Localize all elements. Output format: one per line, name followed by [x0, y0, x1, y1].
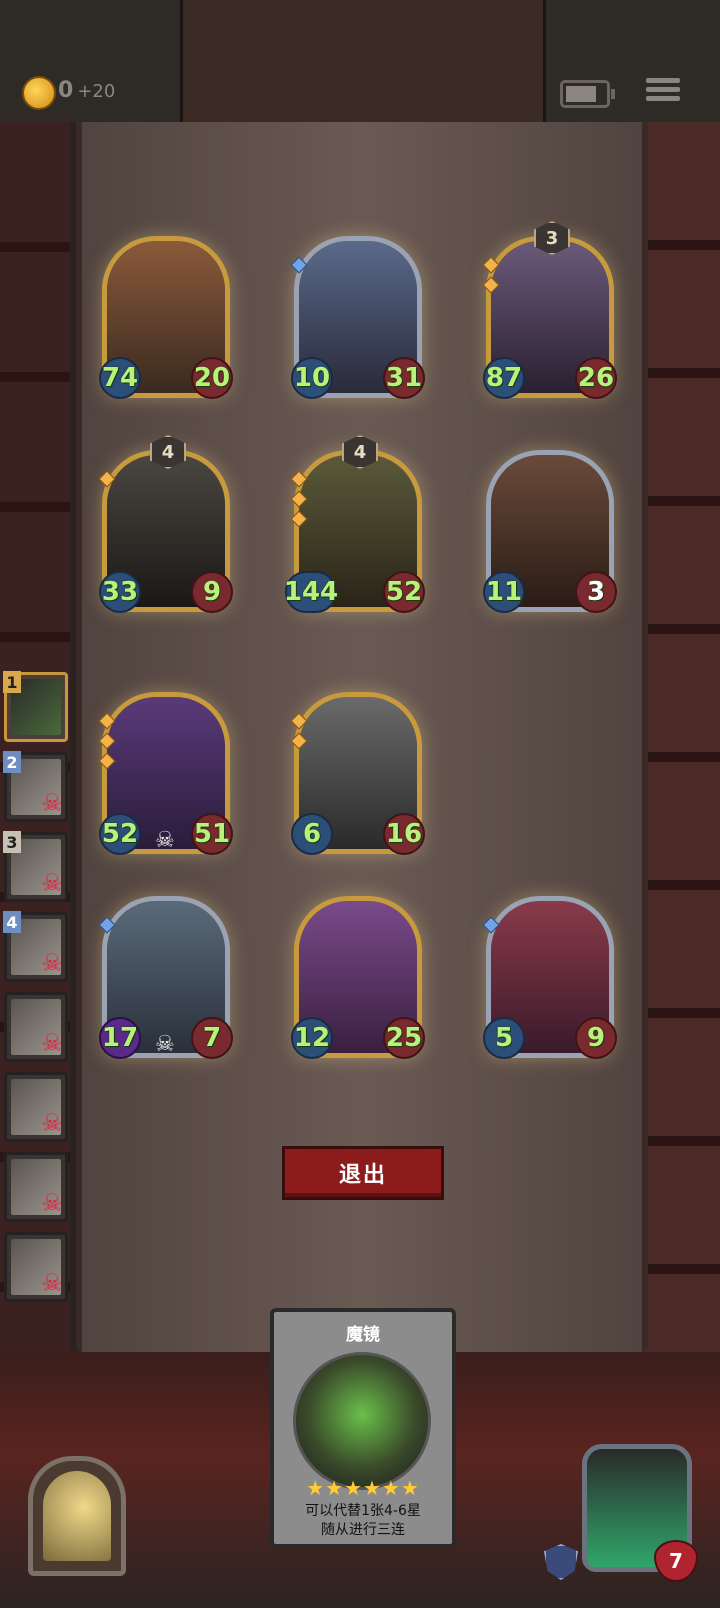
skull-crossbones-icon: ☠ — [41, 949, 63, 977]
minion-card[interactable]: 6 16 — [290, 692, 425, 855]
attack-stat: 12 — [291, 1017, 333, 1059]
hero-slot-8[interactable]: ☠ — [4, 1232, 68, 1302]
skull-crossbones-icon: ☠ — [41, 1189, 63, 1217]
hero-slot-6[interactable]: ☠ — [4, 1072, 68, 1142]
hero-slot-4[interactable]: 4 ☠ — [3, 911, 68, 982]
attack-stat: 52 — [99, 813, 141, 855]
attack-stat: 11 — [483, 571, 525, 613]
hero-rank: 3 — [3, 831, 21, 853]
top-bar: 0 +20 — [0, 0, 720, 122]
star-markers — [290, 712, 308, 755]
star-markers — [98, 916, 116, 939]
attack-stat: 74 — [99, 357, 141, 399]
tavern-window[interactable] — [28, 1456, 126, 1576]
skull-icon: ☠ — [155, 828, 175, 853]
minion-card[interactable]: 10 31 — [290, 236, 425, 399]
exit-button[interactable]: 退出 — [282, 1146, 444, 1200]
spell-card[interactable]: 魔镜 ★★★★★★ 可以代替1张4-6星 随从进行三连 — [270, 1308, 456, 1548]
minion-card[interactable]: 11 3 — [483, 450, 617, 613]
health-stat: 9 — [575, 1017, 617, 1059]
attack-stat: 144 — [284, 571, 338, 613]
health-stat: 16 — [383, 813, 425, 855]
spell-card-title: 魔镜 — [346, 1325, 380, 1345]
minion-card[interactable]: ☠ 52 51 — [98, 692, 233, 855]
attack-stat: 5 — [483, 1017, 525, 1059]
hero-rank: 1 — [3, 671, 21, 693]
spell-card-description: 可以代替1张4-6星 随从进行三连 — [274, 1502, 452, 1540]
health-stat: 52 — [383, 571, 425, 613]
health-stat: 25 — [383, 1017, 425, 1059]
menu-icon[interactable] — [646, 74, 680, 108]
bookshelf-right — [636, 122, 720, 1402]
gold-coin-icon — [22, 76, 56, 110]
minion-card[interactable]: 4 144 52 — [284, 435, 425, 613]
skull-crossbones-icon: ☠ — [41, 869, 63, 897]
health-stat: 51 — [191, 813, 233, 855]
hero-slot-7[interactable]: ☠ — [4, 1152, 68, 1222]
attack-stat: 33 — [99, 571, 141, 613]
hero-slot-5[interactable]: ☠ — [4, 992, 68, 1062]
minion-card[interactable]: ☠ 17 7 — [98, 896, 233, 1059]
star-markers — [482, 916, 500, 939]
top-center-panel — [180, 0, 546, 122]
attack-stat: 17 — [99, 1017, 141, 1059]
skull-icon: ☠ — [155, 1032, 175, 1057]
skull-crossbones-icon: ☠ — [41, 1109, 63, 1137]
star-markers — [98, 470, 116, 493]
health-stat: 7 — [191, 1017, 233, 1059]
hero-slot-3[interactable]: 3 ☠ — [3, 831, 68, 902]
battery-icon — [560, 80, 615, 108]
minion-card[interactable]: 4 33 9 — [98, 435, 233, 613]
minion-card[interactable]: 3 87 26 — [482, 221, 617, 399]
health-stat: 20 — [191, 357, 233, 399]
hero-slot-2[interactable]: 2 ☠ — [3, 751, 68, 822]
health-stat: 31 — [383, 357, 425, 399]
opponent-hero-list: 1 2 ☠ 3 ☠ 4 ☠ ☠ ☠ ☠ ☠ — [0, 671, 68, 1312]
star-markers — [290, 470, 308, 533]
gold-display: 0 +20 — [58, 78, 115, 103]
magic-mirror-portrait — [293, 1352, 431, 1490]
star-markers — [98, 712, 116, 775]
skull-crossbones-icon: ☠ — [41, 789, 63, 817]
spell-desc-line-1: 可以代替1张4-6星 — [305, 1503, 421, 1519]
hero-rank: 4 — [3, 911, 21, 933]
minion-card[interactable]: 12 25 — [291, 896, 425, 1059]
gold-income: +20 — [77, 81, 116, 102]
hero-rank: 2 — [3, 751, 21, 773]
health-stat: 9 — [191, 571, 233, 613]
skull-crossbones-icon: ☠ — [41, 1029, 63, 1057]
attack-stat: 6 — [291, 813, 333, 855]
skull-crossbones-icon: ☠ — [41, 1269, 63, 1297]
spell-desc-line-2: 随从进行三连 — [321, 1522, 405, 1538]
health-stat: 3 — [575, 571, 617, 613]
hero-slot-1[interactable]: 1 — [3, 671, 68, 742]
attack-stat: 10 — [291, 357, 333, 399]
star-markers — [290, 256, 308, 279]
minion-card[interactable]: 74 20 — [99, 236, 233, 399]
gold-amount: 0 — [58, 78, 74, 103]
health-stat: 26 — [575, 357, 617, 399]
star-markers — [482, 256, 500, 299]
spell-card-stars: ★★★★★★ — [306, 1476, 420, 1500]
attack-stat: 87 — [483, 357, 525, 399]
minion-card[interactable]: 5 9 — [482, 896, 617, 1059]
